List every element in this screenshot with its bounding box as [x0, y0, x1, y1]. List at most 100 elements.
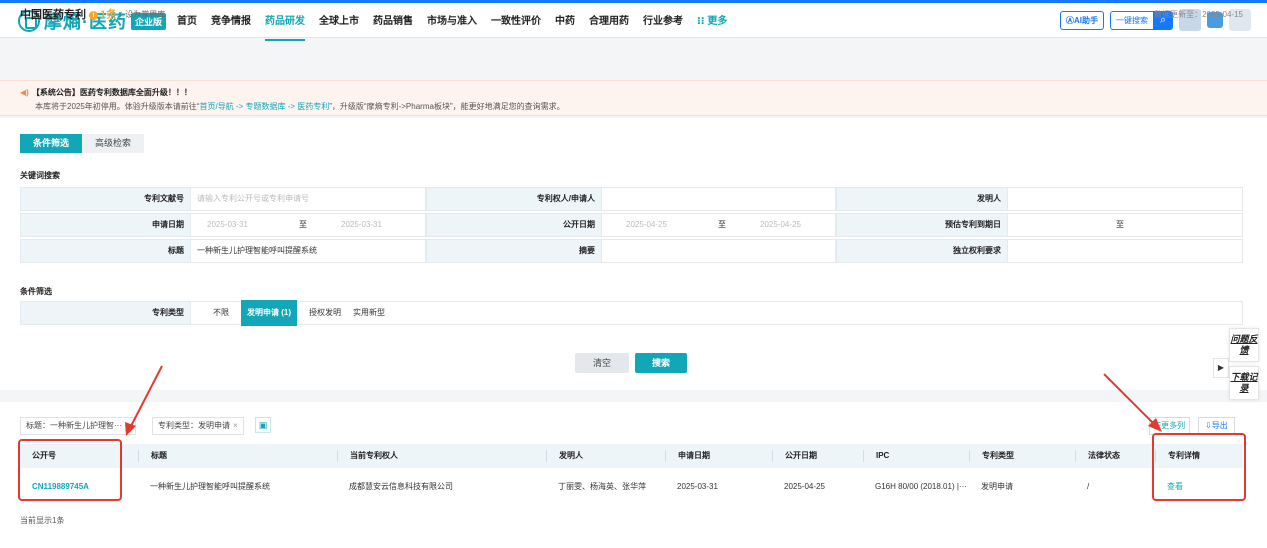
nav-global-launch[interactable]: 全球上市 — [319, 3, 359, 41]
annotation-box-pub-no — [18, 439, 122, 501]
condition-section-title: 条件筛选 — [20, 287, 52, 296]
apply-date-range[interactable]: 2025-03-31 至 2025-03-31 — [191, 213, 426, 237]
favorite-label: 设为常用库 — [125, 10, 166, 19]
apply-date-to-sep: 至 — [299, 220, 307, 229]
patent-type-row: 专利类型 不限 发明申请 (1) 授权发明 实用新型 — [20, 300, 1243, 326]
col-apply-date[interactable]: 申请日期 — [665, 450, 772, 462]
claim-input[interactable] — [1008, 239, 1243, 263]
clear-button[interactable]: 清空 — [575, 353, 629, 373]
pub-date-range[interactable]: 2025-04-25 至 2025-04-25 — [602, 213, 836, 237]
update-time: 数据更新至：2025-04-15 — [1154, 10, 1243, 19]
notice-link[interactable]: 首页/导航 -> 专题数据库 -> 医药专利 — [199, 102, 329, 111]
keyword-row-1: 专利文献号 请输入专利公开号或专利申请号 专利权人/申请人 发明人 — [20, 187, 1243, 211]
notice-body: 本库将于2025年初停用。体验升级版本请前往“首页/导航 -> 专题数据库 ->… — [35, 101, 565, 112]
annotation-arrow-right — [1103, 373, 1162, 432]
col-type[interactable]: 专利类型 — [969, 450, 1075, 462]
filter-tabs: 条件筛选 高级检索 — [20, 134, 145, 153]
holder-input[interactable] — [602, 187, 836, 211]
notice-title: ◀) 【系统公告】医药专利数据库全面升级！！！ — [20, 87, 192, 98]
pub-date-from[interactable]: 2025-04-25 — [626, 214, 718, 236]
cell-type: 发明申请 — [981, 481, 1013, 491]
ai-assistant-button[interactable]: ⒶAI助手 — [1060, 10, 1104, 30]
pub-date-label: 公开日期 — [426, 213, 602, 237]
nav-more[interactable]: ⁝⁝ 更多 — [697, 3, 727, 41]
col-pub-date[interactable]: 公开日期 — [772, 450, 863, 462]
expire-date-label: 预估专利到期日 — [836, 213, 1008, 237]
patent-no-placeholder: 请输入专利公开号或专利申请号 — [197, 194, 309, 203]
tab-advanced-search[interactable]: 高级检索 — [82, 134, 145, 153]
col-ipc[interactable]: IPC — [863, 450, 969, 462]
result-status: 当前显示1条 — [20, 516, 65, 525]
col-legal-status[interactable]: 法律状态 — [1075, 450, 1155, 462]
inventor-input[interactable] — [1008, 187, 1243, 211]
title-label: 标题 — [20, 239, 191, 263]
cell-ipc: G16H 80/00 (2018.01) |··· — [875, 481, 967, 491]
speaker-icon: ◀) — [20, 88, 29, 97]
apply-date-to[interactable]: 2025-03-31 — [341, 214, 382, 236]
nav-competition[interactable]: 竞争情报 — [211, 3, 251, 41]
type-invention-application[interactable]: 发明申请 (1) — [241, 300, 297, 326]
type-utility-model[interactable]: 实用新型 — [353, 302, 385, 324]
download-label: 下载记录 — [1230, 372, 1258, 393]
grid-icon: ⁝⁝ — [697, 16, 708, 27]
cell-apply-date: 2025-03-31 — [677, 481, 718, 491]
keyword-row-3: 标题 一种新生儿护理智能呼叫提醒系统 摘要 独立权利要求 — [20, 239, 1243, 263]
feedback-label: 问题反馈 — [1230, 334, 1258, 355]
pub-date-to[interactable]: 2025-04-25 — [760, 214, 801, 236]
pub-date-to-sep: 至 — [718, 220, 726, 229]
col-title[interactable]: 标题 — [138, 450, 337, 462]
info-icon[interactable]: i — [89, 11, 98, 20]
cell-holder: 成都慧安云信息科技有限公司 — [349, 481, 453, 491]
nav-industry[interactable]: 行业参考 — [643, 3, 683, 41]
patent-type-options: 不限 发明申请 (1) 授权发明 实用新型 — [191, 300, 1243, 326]
page-title: 中国医药专利 i 1条 — [20, 6, 117, 22]
expire-date-range[interactable]: 至 — [1008, 213, 1243, 237]
favorite-button[interactable]: ☆设为常用库 — [118, 9, 165, 20]
export-icon: ⇩ — [1205, 421, 1212, 430]
cell-inventor: 丁丽雯、杨海英、张华萍 — [558, 481, 646, 491]
download-records-button[interactable]: 下载记录 — [1229, 366, 1259, 400]
nav-sales[interactable]: 药品销售 — [373, 3, 413, 41]
col-inventor[interactable]: 发明人 — [546, 450, 665, 462]
nav-consistency[interactable]: 一致性评价 — [491, 3, 541, 41]
notice-body-post: ”，升级版“摩熵专利->Pharma板块”，能更好地满足您的查询需求。 — [329, 102, 565, 111]
nav-tcm[interactable]: 中药 — [555, 3, 575, 41]
patent-no-label: 专利文献号 — [20, 187, 191, 211]
apply-date-label: 申请日期 — [20, 213, 191, 237]
nav-rnd[interactable]: 药品研发 — [265, 3, 305, 41]
annotation-box-detail — [1152, 433, 1246, 501]
ai-icon: Ⓐ — [1066, 15, 1074, 25]
search-button[interactable]: 搜索 — [635, 353, 687, 373]
close-icon[interactable]: × — [233, 421, 238, 430]
type-granted-invention[interactable]: 授权发明 — [309, 302, 341, 324]
results-panel: 标题：一种新生儿护理智···× 专利类型：发明申请× ▣ ☰更多列 ⇩导出 公开… — [0, 402, 1267, 548]
notice-title-text: 【系统公告】医药专利数据库全面升级！！！ — [31, 88, 192, 97]
nav-home[interactable]: 首页 — [177, 3, 197, 41]
filter-chip-title[interactable]: 标题：一种新生儿护理智···× — [20, 417, 136, 435]
feedback-button[interactable]: 问题反馈 — [1229, 328, 1259, 362]
abstract-input[interactable] — [602, 239, 836, 263]
nav-rational-use[interactable]: 合理用药 — [589, 3, 629, 41]
table-header: 公开号 标题 当前专利权人 发明人 申请日期 公开日期 IPC 专利类型 法律状… — [20, 444, 1243, 468]
col-holder[interactable]: 当前专利权人 — [337, 450, 546, 462]
export-label: 导出 — [1211, 421, 1228, 430]
nav-market-access[interactable]: 市场与准入 — [427, 3, 477, 41]
tab-condition-filter[interactable]: 条件筛选 — [20, 134, 83, 153]
type-any[interactable]: 不限 — [213, 302, 229, 324]
top-navigation-bar: 摩熵·医药 企业版 首页 竞争情报 药品研发 全球上市 药品销售 市场与准入 一… — [0, 0, 1267, 41]
expire-date-to-sep: 至 — [1116, 220, 1124, 229]
result-count: 1条 — [100, 9, 118, 21]
notice-body-pre: 本库将于2025年初停用。体验升级版本请前往“ — [35, 102, 200, 111]
cell-title: 一种新生儿护理智能呼叫提醒系统 — [150, 481, 270, 491]
title-input[interactable]: 一种新生儿护理智能呼叫提醒系统 — [191, 239, 426, 263]
side-collapse-toggle[interactable]: ▶ — [1213, 358, 1229, 378]
apply-date-from[interactable]: 2025-03-31 — [207, 214, 299, 236]
calendar-icon[interactable]: ▣ — [255, 417, 271, 433]
cell-legal-status: / — [1087, 481, 1090, 491]
table-row[interactable]: CN119889745A 一种新生儿护理智能呼叫提醒系统 成都慧安云信息科技有限… — [20, 474, 1243, 498]
claim-label: 独立权利要求 — [836, 239, 1008, 263]
patent-no-input[interactable]: 请输入专利公开号或专利申请号 — [191, 187, 426, 211]
system-notice: ◀) 【系统公告】医药专利数据库全面升级！！！ 本库将于2025年初停用。体验升级… — [0, 80, 1267, 116]
filter-chip-title-text: 标题：一种新生儿护理智··· — [26, 421, 122, 430]
keyword-row-2: 申请日期 2025-03-31 至 2025-03-31 公开日期 2025-0… — [20, 213, 1243, 237]
